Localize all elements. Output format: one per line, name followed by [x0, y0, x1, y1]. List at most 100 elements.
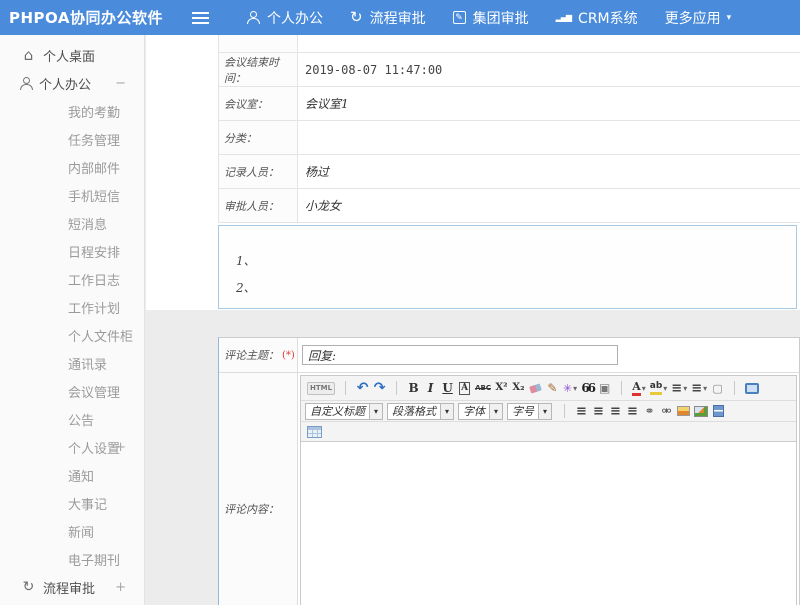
expand-collapse-icon[interactable]: +: [115, 580, 126, 595]
toolbar-separator: [615, 379, 628, 397]
highlight-button[interactable]: ab ▾: [650, 379, 668, 397]
preview-button[interactable]: [745, 379, 759, 397]
comment-subject-input[interactable]: [302, 345, 618, 365]
insert-link-button[interactable]: ⚭: [643, 402, 656, 420]
nav-item-label: 流程审批: [370, 8, 426, 28]
row-label: 记录人员：: [219, 155, 298, 188]
sidebar-item-label: 新闻: [68, 522, 94, 541]
comment-content-row: 评论内容： HTML ↶: [219, 373, 799, 605]
caret-down-icon: ▾: [440, 404, 453, 419]
caret-down-icon: ▾: [703, 384, 707, 393]
undo-button[interactable]: ↶: [356, 379, 369, 397]
nav-workflow-approval[interactable]: ↻ 流程审批: [350, 8, 426, 28]
caret-down-icon: ▾: [642, 384, 646, 393]
superscript-button[interactable]: X²: [495, 379, 508, 397]
sidebar-item-schedule[interactable]: 日程安排: [0, 237, 144, 265]
sidebar-item-internal-mail[interactable]: 内部邮件: [0, 153, 144, 181]
editor-toolbar-row2: 自定义标题 ▾ 段落格式 ▾ 字体 ▾ 字号 ▾: [301, 401, 796, 422]
table-row: 会议室： 会议室1: [219, 87, 800, 121]
table-row: 分类：: [219, 121, 800, 155]
redo-button[interactable]: ↷: [373, 379, 386, 397]
insert-media-button[interactable]: [712, 402, 725, 420]
screenshot-button[interactable]: [694, 402, 708, 420]
nav-personal-office[interactable]: 个人办公: [247, 8, 323, 28]
unordered-list-button[interactable]: ≡ ▾: [691, 379, 707, 397]
sidebar-item-task-management[interactable]: 任务管理: [0, 125, 144, 153]
html-source-button[interactable]: HTML: [307, 379, 335, 397]
comment-subject-row: 评论主题： (*): [219, 338, 799, 373]
align-right-button[interactable]: ≡: [609, 402, 622, 420]
topbar: PHPOA协同办公软件 个人办公 ↻ 流程审批 ✎ 集团审批 ▂▄▆ CRM系统: [0, 0, 800, 35]
sidebar-item-contacts[interactable]: 通讯录: [0, 349, 144, 377]
sidebar-item-personal-office[interactable]: 个人办公 −: [0, 69, 144, 97]
ordered-list-button[interactable]: ≡ ▾: [671, 379, 687, 397]
sidebar-item-personal-desktop[interactable]: ⌂ 个人桌面: [0, 41, 144, 69]
custom-heading-select[interactable]: 自定义标题 ▾: [305, 403, 383, 420]
sidebar-item-news[interactable]: 新闻: [0, 517, 144, 545]
row-value: [298, 121, 800, 154]
editor-toolbar-row3: [301, 422, 796, 441]
hamburger-menu-icon[interactable]: [192, 12, 209, 24]
sidebar-item-work-log[interactable]: 工作日志: [0, 265, 144, 293]
font-color-button[interactable]: A ▾: [632, 379, 646, 397]
italic-button[interactable]: I: [424, 379, 437, 397]
sidebar-item-label: 个人文件柜: [68, 326, 133, 345]
sidebar-item-label: 公告: [68, 410, 94, 429]
subscript-button[interactable]: X₂: [512, 379, 525, 397]
nav-crm-system[interactable]: ▂▄▆ CRM系统: [556, 8, 638, 28]
sidebar-item-e-journal[interactable]: 电子期刊: [0, 545, 144, 573]
sidebar-item-personal-settings[interactable]: 个人设置 +: [0, 433, 144, 461]
row-label-cell: [219, 35, 298, 52]
align-justify-button[interactable]: ≡: [626, 402, 639, 420]
sidebar-item-label: 通讯录: [68, 354, 107, 373]
sidebar-item-workflow-approval[interactable]: ↻ 流程审批 +: [0, 573, 144, 601]
strikethrough-button[interactable]: ABC: [475, 379, 491, 397]
remove-link-button[interactable]: ⚮: [660, 402, 673, 420]
app-title: PHPOA协同办公软件: [0, 7, 192, 28]
expand-collapse-icon[interactable]: −: [115, 76, 126, 91]
sidebar-item-mobile-sms[interactable]: 手机短信: [0, 181, 144, 209]
nav-item-label: 集团审批: [473, 8, 529, 28]
underline-button[interactable]: U: [441, 379, 454, 397]
nav-item-label: CRM系统: [578, 8, 638, 28]
font-box-button[interactable]: A: [458, 379, 471, 397]
format-brush-button[interactable]: ✎: [546, 379, 559, 397]
new-document-button[interactable]: ▢: [711, 379, 724, 397]
sidebar-item-personal-file-cabinet[interactable]: 个人文件柜: [0, 321, 144, 349]
rich-text-editor: HTML ↶ ↷: [300, 375, 797, 605]
sidebar-item-notice[interactable]: 通知: [0, 461, 144, 489]
sidebar-item-work-plan[interactable]: 工作计划: [0, 293, 144, 321]
insert-table-button[interactable]: [307, 423, 322, 441]
nav-more-apps[interactable]: 更多应用 ▾: [665, 8, 732, 28]
paragraph-format-select[interactable]: 段落格式 ▾: [387, 403, 454, 420]
magic-wand-button[interactable]: ✳ ▾: [563, 379, 577, 397]
sidebar-item-icon: ⌂: [20, 46, 37, 64]
align-center-button[interactable]: ≡: [592, 402, 605, 420]
row-label: 会议结束时间：: [219, 53, 298, 86]
content-line: 2、: [236, 275, 796, 302]
comment-form: 评论主题： (*) 评论内容： HTML: [218, 337, 800, 605]
font-size-select[interactable]: 字号 ▾: [507, 403, 552, 420]
sidebar-item-label: 通知: [68, 466, 94, 485]
sidebar-item-announcement[interactable]: 公告: [0, 405, 144, 433]
sidebar-item-label: 任务管理: [68, 130, 120, 149]
row-value: 小龙女: [298, 189, 800, 222]
comment-content-label: 评论内容：: [219, 373, 298, 605]
row-value: 2019-08-07 11:47:00: [298, 53, 800, 86]
sidebar-item-meeting-management[interactable]: 会议管理: [0, 377, 144, 405]
paste-button[interactable]: ▣: [598, 379, 611, 397]
eraser-button[interactable]: [529, 379, 542, 397]
sidebar-item-my-attendance[interactable]: 我的考勤: [0, 97, 144, 125]
align-left-button[interactable]: ≡: [575, 402, 588, 420]
blockquote-button[interactable]: 66: [581, 379, 594, 397]
nav-group-approval[interactable]: ✎ 集团审批: [453, 8, 529, 28]
sidebar-item-memorabilia[interactable]: 大事记: [0, 489, 144, 517]
sidebar-item-label: 工作日志: [68, 270, 120, 289]
insert-image-button[interactable]: [677, 402, 690, 420]
bold-button[interactable]: B: [407, 379, 420, 397]
font-family-select[interactable]: 字体 ▾: [458, 403, 503, 420]
caret-down-icon: ▾: [573, 384, 577, 393]
sidebar-item-short-message[interactable]: 短消息: [0, 209, 144, 237]
expand-collapse-icon[interactable]: +: [115, 440, 126, 455]
editor-content-area[interactable]: [301, 441, 796, 605]
